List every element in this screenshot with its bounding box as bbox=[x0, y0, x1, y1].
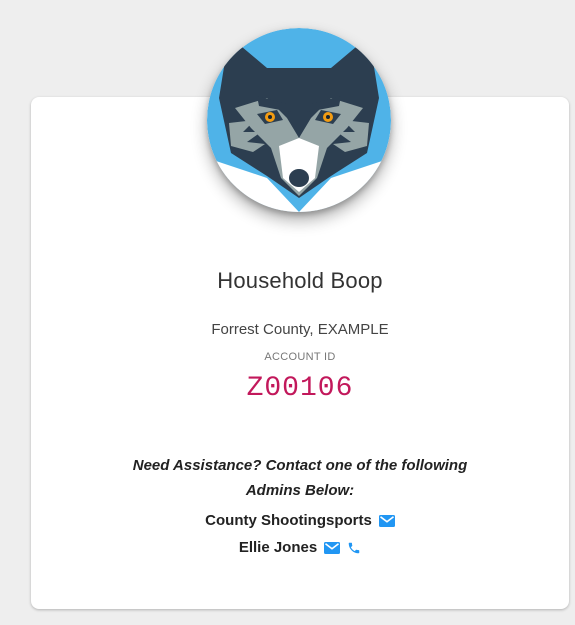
assistance-message: Need Assistance? Contact one of the foll… bbox=[31, 453, 569, 503]
mail-icon[interactable] bbox=[324, 541, 341, 554]
admin-name: County Shootingsports bbox=[205, 512, 372, 529]
wolf-avatar-icon bbox=[207, 28, 391, 212]
page: Household Boop Forrest County, EXAMPLE A… bbox=[0, 0, 575, 625]
household-name: Household Boop bbox=[217, 268, 383, 293]
phone-icon[interactable] bbox=[347, 541, 361, 555]
assistance-line-1: Need Assistance? Contact one of the foll… bbox=[132, 457, 468, 474]
admin-row: County Shootingsports bbox=[31, 512, 569, 529]
account-id-value: Z00106 bbox=[246, 373, 354, 404]
admin-row: Ellie Jones bbox=[31, 539, 569, 556]
avatar bbox=[207, 28, 391, 212]
admin-name: Ellie Jones bbox=[238, 539, 318, 556]
assistance-line-2: Admins Below: bbox=[245, 482, 355, 499]
mail-icon[interactable] bbox=[378, 514, 395, 527]
account-id-label: ACCOUNT ID bbox=[264, 351, 336, 363]
location-text: Forrest County, EXAMPLE bbox=[211, 321, 389, 338]
